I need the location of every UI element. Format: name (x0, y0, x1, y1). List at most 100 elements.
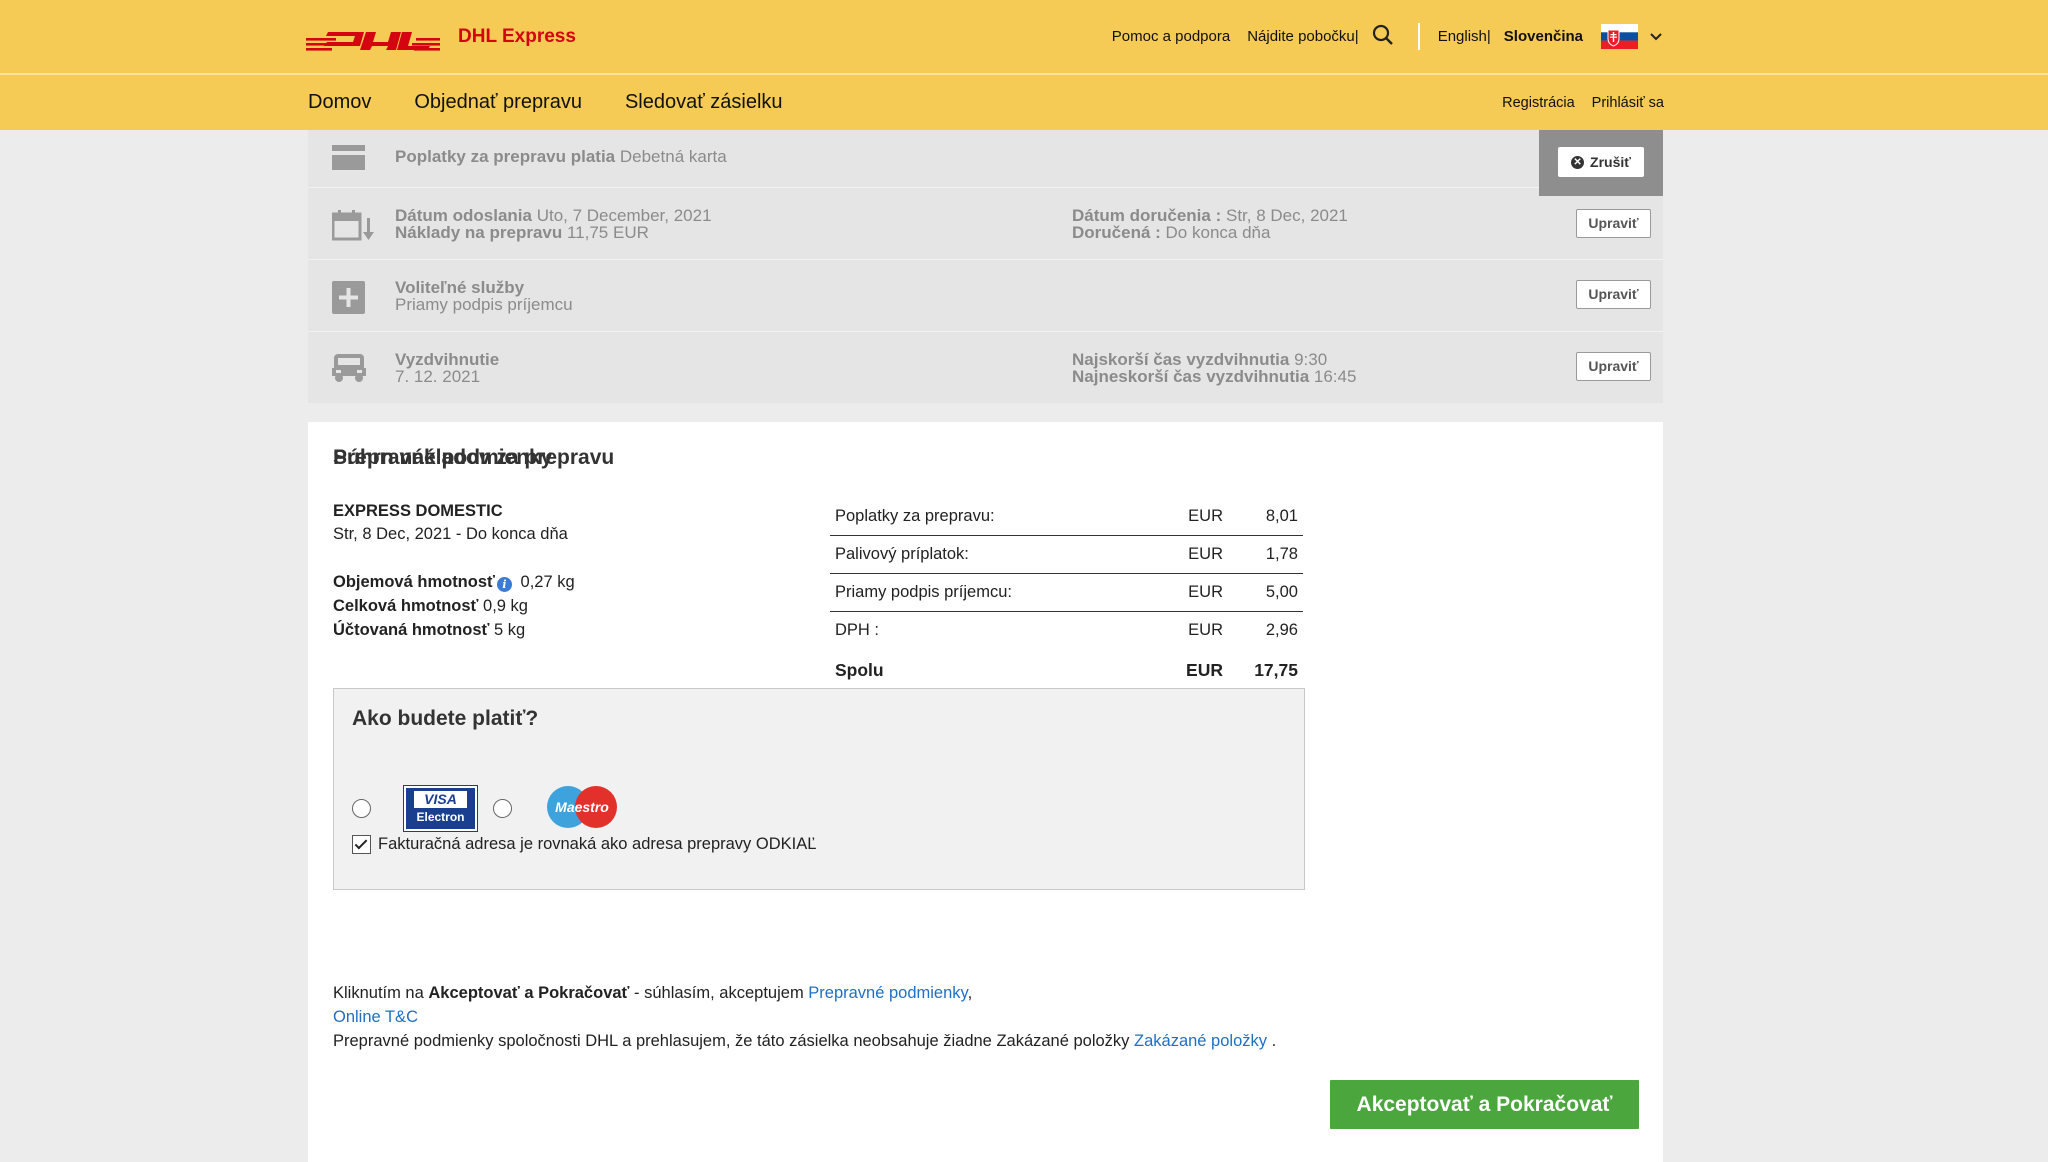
total-currency: EUR (1186, 659, 1223, 680)
calendar-icon (331, 210, 374, 247)
edit-optional-services-button[interactable]: Upraviť (1576, 280, 1651, 309)
terms-declaration: Prepravné podmienky spoločnosti DHL a pr… (333, 1032, 1135, 1050)
delivered-label: Doručená : (1072, 223, 1161, 242)
nav-track-shipment[interactable]: Sledovať zásielku (625, 91, 783, 114)
online-tc-link[interactable]: Online T&C (333, 1008, 418, 1026)
table-row: DPH : EUR 2,96 (830, 612, 1303, 650)
maestro-logo[interactable]: Maestro (546, 785, 618, 829)
total-weight-label: Celková hmotnosť (333, 597, 479, 615)
latest-pickup-label: Najneskorší čas vyzdvihnutia (1072, 367, 1310, 386)
total-value: 17,75 (1254, 659, 1298, 680)
top-links: Pomoc a podpora Nájdite pobočku | Englis… (1112, 0, 1662, 73)
dhl-logo-icon (306, 32, 440, 51)
billing-address-option[interactable]: Fakturačná adresa je rovnaká ako adresa … (352, 835, 816, 854)
cost-value: 8,01 (1233, 498, 1303, 536)
terms-text: Kliknutím na Akceptovať a Pokračovať - s… (333, 984, 1277, 1050)
top-header: DHL Express Pomoc a podpora Nájdite pobo… (0, 0, 2048, 75)
visa-electron-radio[interactable] (352, 799, 371, 818)
cost-currency: EUR (1158, 535, 1233, 574)
terms-mid: - súhlasím, akceptujem (629, 984, 809, 1002)
table-row: Poplatky za prepravu: EUR 8,01 (830, 498, 1303, 536)
cost-table: Poplatky za prepravu: EUR 8,01 Palivový … (830, 498, 1303, 691)
help-link[interactable]: Pomoc a podpora (1112, 28, 1230, 45)
register-link[interactable]: Registrácia (1502, 95, 1575, 111)
terms-title: Prepravné podmienky (333, 446, 553, 469)
volumetric-weight-value: 0,27 kg (520, 573, 575, 591)
dates-row: Dátum odoslania Uto, 7 December, 2021 Ná… (308, 187, 1663, 260)
login-link[interactable]: Prihlásiť sa (1592, 95, 1664, 111)
shipping-cost-value: 11,75 EUR (566, 223, 649, 242)
transport-conditions-link[interactable]: Prepravné podmienky (808, 984, 967, 1002)
edit-pickup-button[interactable]: Upraviť (1576, 352, 1651, 381)
table-row: Priamy podpis príjemcu: EUR 5,00 (830, 573, 1303, 612)
forbidden-items-link[interactable]: Zakázané položky (1134, 1032, 1267, 1050)
cost-value: 2,96 (1265, 621, 1298, 639)
chevron-down-icon[interactable] (1650, 28, 1662, 45)
divider (1417, 23, 1420, 50)
dhl-logo[interactable]: DHL Express (306, 20, 576, 54)
close-icon: ✕ (1571, 155, 1585, 169)
optional-services-value: Priamy podpis príjemcu (395, 295, 573, 314)
cost-currency: EUR (1188, 621, 1223, 639)
visa-label: VISA (414, 791, 467, 808)
cancel-label: Zrušiť (1590, 154, 1631, 170)
truck-icon (332, 352, 366, 389)
total-weight-value: 0,9 kg (483, 597, 528, 615)
credit-card-icon (332, 145, 365, 175)
visa-electron-logo[interactable]: VISA Electron (403, 785, 478, 832)
billed-weight-value: 5 kg (494, 621, 526, 639)
cost-label: DPH : (835, 621, 880, 639)
optional-services-row: Voliteľné služby Priamy podpis príjemcu … (308, 259, 1663, 332)
payment-row: Poplatky za prepravu platia Debetná kart… (308, 130, 1663, 188)
cost-summary-card: Súhrn nákladov za prepravu EXPRESS DOMES… (308, 422, 1663, 1162)
cost-label: Poplatky za prepravu: (830, 498, 1158, 536)
volumetric-weight-label: Objemová hmotnosť (333, 573, 495, 591)
maestro-label: Maestro (555, 799, 609, 815)
lang-english-link[interactable]: English (1438, 28, 1487, 45)
pickup-date-value: 7. 12. 2021 (395, 367, 481, 386)
slovak-flag-icon[interactable] (1601, 24, 1638, 49)
find-location-link[interactable]: Nájdite pobočku (1247, 28, 1355, 45)
brand-label: DHL Express (458, 26, 576, 47)
main-nav: Domov Objednať prepravu Sledovať zásielk… (0, 75, 2048, 130)
lang-slovak-link[interactable]: Slovenčina (1504, 28, 1583, 45)
maestro-radio[interactable] (493, 799, 512, 818)
cost-currency: EUR (1158, 573, 1233, 612)
payment-value: Debetná karta (619, 147, 727, 166)
total-row: Spolu EUR 17,75 (830, 649, 1303, 691)
cost-label: Priamy podpis príjemcu: (830, 573, 1158, 612)
delivered-value: Do konca dňa (1165, 223, 1271, 242)
cancel-panel: ✕ Zrušiť (1539, 130, 1663, 196)
cancel-button[interactable]: ✕ Zrušiť (1558, 147, 1644, 177)
payment-method-title: Ako budete platiť? (352, 707, 539, 730)
cost-label: Palivový príplatok: (830, 535, 1158, 574)
edit-dates-button[interactable]: Upraviť (1576, 209, 1651, 238)
billing-address-label: Fakturačná adresa je rovnaká ako adresa … (378, 835, 817, 853)
shipment-summary: Poplatky za prepravu platia Debetná kart… (308, 130, 1663, 403)
electron-label: Electron (416, 810, 465, 824)
payment-method-box: Ako budete platiť? VISA Electron Maestro… (333, 688, 1305, 890)
nav-order-shipment[interactable]: Objednať prepravu (414, 91, 582, 114)
service-date: Str, 8 Dec, 2021 - Do konca dňa (333, 525, 568, 543)
info-icon[interactable]: i (496, 577, 512, 592)
pickup-row: Vyzdvihnutie 7. 12. 2021 Najskorší čas v… (308, 331, 1663, 403)
billed-weight-label: Účtovaná hmotnosť (333, 621, 490, 639)
cost-value: 5,00 (1233, 573, 1303, 612)
nav-home[interactable]: Domov (308, 91, 371, 114)
separator: | (1486, 28, 1491, 45)
terms-prefix: Kliknutím na (333, 984, 429, 1002)
search-icon[interactable] (1372, 24, 1394, 50)
table-row: Palivový príplatok: EUR 1,78 (830, 535, 1303, 574)
plus-icon (332, 281, 365, 319)
billing-address-checkbox[interactable] (352, 835, 371, 854)
shipping-cost-label: Náklady na prepravu (395, 223, 563, 242)
terms-end: . (1267, 1032, 1277, 1050)
cost-value: 1,78 (1233, 535, 1303, 574)
payment-label: Poplatky za prepravu platia (395, 147, 616, 166)
separator: | (1354, 28, 1359, 45)
cost-currency: EUR (1158, 498, 1233, 536)
accept-continue-button[interactable]: Akceptovať a Pokračovať (1330, 1080, 1639, 1129)
latest-pickup-value: 16:45 (1313, 367, 1357, 386)
service-name: EXPRESS DOMESTIC (333, 502, 503, 520)
terms-bold: Akceptovať a Pokračovať (428, 984, 630, 1002)
